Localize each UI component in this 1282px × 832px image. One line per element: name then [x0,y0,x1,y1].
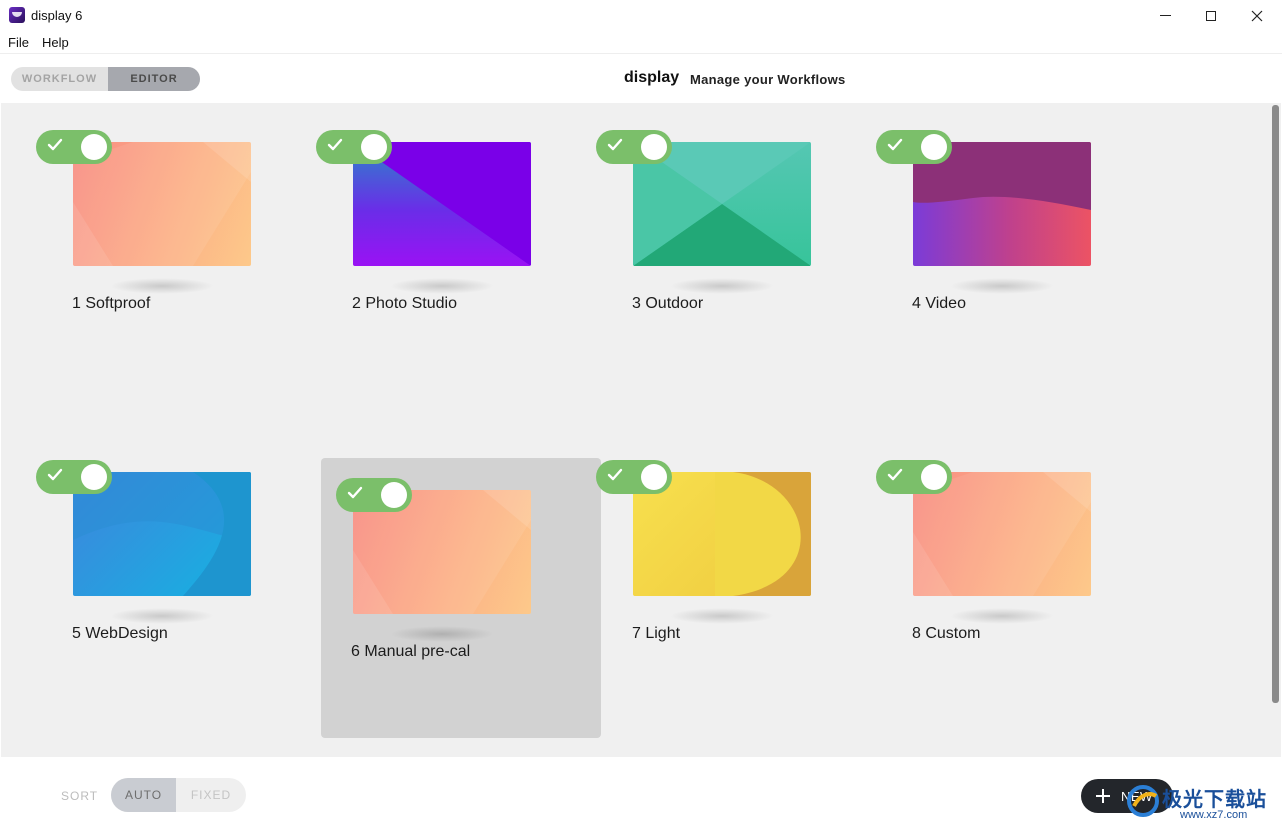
workflow-card-outdoor[interactable]: 3 Outdoor [596,111,882,391]
toggle-knob [921,464,947,490]
window-title: display 6 [31,8,83,23]
title-bar: display 6 [0,0,1282,31]
workflow-label: 2 Photo Studio [352,295,457,312]
thumbnail-shadow [110,278,214,294]
watermark-logo-icon [1127,785,1159,817]
toggle-knob [81,464,107,490]
thumbnail-shadow [390,278,494,294]
watermark-url: www.xz7.com [1180,809,1248,821]
workflow-label: 5 WebDesign [72,625,168,642]
workflow-card-webdesign[interactable]: 5 WebDesign [36,441,322,721]
mode-toggle[interactable]: WORKFLOW EDITOR [11,67,200,91]
workflow-label: 8 Custom [912,625,981,642]
sort-fixed-option[interactable]: FIXED [176,778,246,812]
workflow-label: 4 Video [912,295,966,312]
workflow-label: 1 Softproof [72,295,151,312]
toggle-knob [361,134,387,160]
toggle-knob [921,134,947,160]
minimize-button[interactable] [1142,0,1188,31]
thumbnail-shadow [670,608,774,624]
scrollbar-thumb[interactable] [1272,105,1279,703]
toggle-knob [641,134,667,160]
watermark-title: 极光下载站 [1162,789,1267,811]
menu-bar: File Help [0,31,1282,53]
enable-toggle[interactable] [596,130,672,164]
minimize-icon [1159,15,1171,16]
check-icon [607,468,623,481]
workflow-label: 3 Outdoor [632,295,704,312]
maximize-button[interactable] [1188,0,1234,31]
thumbnail-shadow [950,278,1054,294]
page-subtitle: Manage your Workflows [690,72,846,87]
sort-label: SORT [61,789,99,803]
thumbnail-shadow [110,608,214,624]
close-button[interactable] [1234,0,1280,31]
app-logo-icon [9,7,25,23]
enable-toggle[interactable] [316,130,392,164]
mode-editor-tab[interactable]: EDITOR [108,67,200,91]
check-icon [347,486,363,499]
sort-toggle[interactable]: AUTO FIXED [111,778,246,812]
vertical-scrollbar[interactable] [1271,103,1281,757]
thumbnail-shadow [390,626,494,642]
workflow-card-light[interactable]: 7 Light [596,441,882,721]
workflow-card-softproof[interactable]: 1 Softproof [36,111,322,391]
maximize-icon [1206,10,1216,21]
enable-toggle[interactable] [876,130,952,164]
watermark: 极光下载站 www.xz7.com [1118,782,1278,826]
workflow-card-video[interactable]: 4 Video [876,111,1162,391]
menu-help[interactable]: Help [42,35,69,50]
check-icon [327,138,343,151]
workflow-grid: 1 Softproof 2 Photo Studio 3 Outdoor 4 V… [1,103,1271,757]
enable-toggle[interactable] [36,460,112,494]
header: WORKFLOW EDITOR display Manage your Work… [0,53,1282,103]
thumbnail-shadow [670,278,774,294]
menu-file[interactable]: File [8,35,29,50]
workflow-label: 7 Light [632,625,681,642]
enable-toggle[interactable] [36,130,112,164]
brand-title: display [624,69,680,86]
workflow-card-custom[interactable]: 8 Custom [876,441,1162,721]
toggle-knob [81,134,107,160]
plus-icon [1096,789,1110,803]
enable-toggle[interactable] [596,460,672,494]
check-icon [887,468,903,481]
enable-toggle[interactable] [876,460,952,494]
workflow-card-manual-pre-cal[interactable]: 6 Manual pre-cal [321,458,601,738]
check-icon [47,468,63,481]
toggle-knob [381,482,407,508]
thumbnail-shadow [950,608,1054,624]
sort-auto-option[interactable]: AUTO [111,778,176,812]
mode-workflow-tab[interactable]: WORKFLOW [11,67,108,91]
toggle-knob [641,464,667,490]
footer: SORT AUTO FIXED NEW [0,757,1282,832]
check-icon [887,138,903,151]
enable-toggle[interactable] [336,478,412,512]
check-icon [607,138,623,151]
close-icon [1251,10,1263,21]
check-icon [47,138,63,151]
workflow-card-photo-studio[interactable]: 2 Photo Studio [316,111,602,391]
workflow-label: 6 Manual pre-cal [351,643,471,660]
